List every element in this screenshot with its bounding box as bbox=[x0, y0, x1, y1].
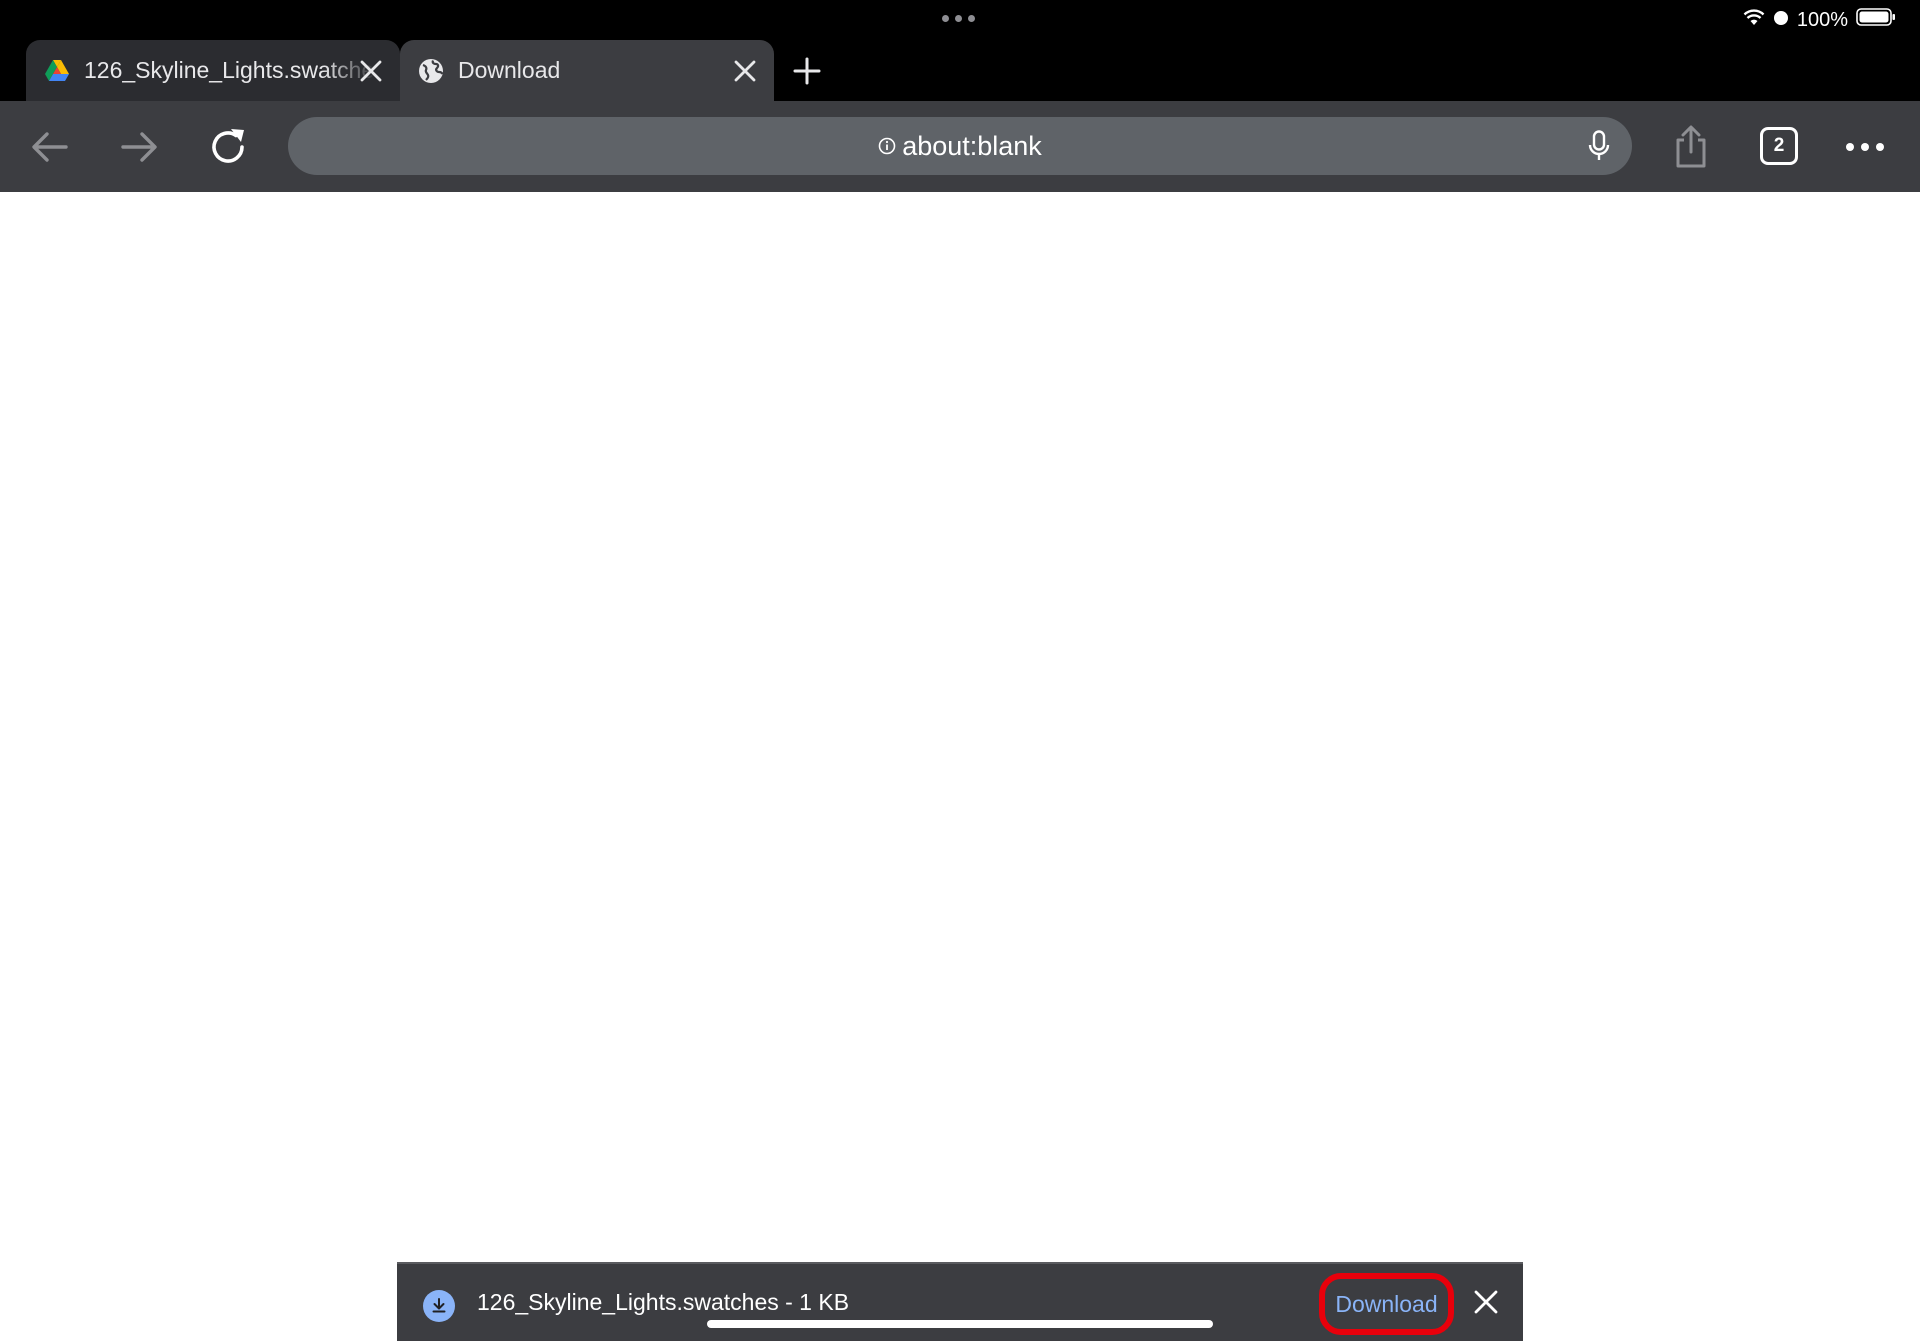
tab-download[interactable]: Download bbox=[400, 40, 774, 101]
browser-toolbar: about:blank 2 bbox=[0, 101, 1920, 192]
tab-title: 126_Skyline_Lights.swatches bbox=[84, 57, 376, 83]
info-icon[interactable] bbox=[878, 131, 896, 162]
close-tab-icon[interactable] bbox=[730, 56, 760, 86]
status-bar: 100% bbox=[0, 0, 1920, 40]
focus-mode-icon bbox=[1773, 9, 1789, 32]
tab-strip: 126_Skyline_Lights.swatches Download bbox=[0, 40, 1920, 101]
battery-percent: 100% bbox=[1796, 8, 1848, 31]
multitasking-dots-icon[interactable] bbox=[942, 15, 975, 22]
wifi-icon bbox=[1743, 8, 1765, 32]
download-button[interactable]: Download bbox=[1319, 1273, 1454, 1335]
microphone-icon[interactable] bbox=[1584, 130, 1614, 162]
url-text: about:blank bbox=[902, 130, 1042, 161]
tab-switcher-button[interactable]: 2 bbox=[1760, 127, 1798, 165]
share-icon bbox=[1676, 125, 1706, 168]
download-file-info: 126_Skyline_Lights.swatches - 1 KB bbox=[477, 1289, 850, 1315]
status-indicators: 100% bbox=[1743, 6, 1896, 34]
arrow-right-icon bbox=[121, 132, 157, 162]
download-icon bbox=[423, 1290, 455, 1322]
share-button[interactable] bbox=[1666, 123, 1716, 171]
tab-title: Download bbox=[458, 57, 561, 83]
arrow-left-icon bbox=[32, 132, 68, 162]
download-bar: 126_Skyline_Lights.swatches - 1 KB Downl… bbox=[397, 1262, 1523, 1341]
google-drive-icon bbox=[44, 58, 70, 84]
forward-button[interactable] bbox=[114, 123, 164, 171]
battery-icon bbox=[1856, 7, 1896, 33]
more-menu-icon[interactable] bbox=[1846, 143, 1884, 151]
back-button[interactable] bbox=[25, 123, 75, 171]
tab-skyline-swatches[interactable]: 126_Skyline_Lights.swatches bbox=[26, 40, 400, 101]
reload-button[interactable] bbox=[203, 123, 253, 171]
close-tab-icon[interactable] bbox=[356, 56, 386, 86]
close-download-bar-icon[interactable] bbox=[1471, 1287, 1501, 1317]
globe-icon bbox=[418, 58, 444, 84]
page-content bbox=[0, 192, 1920, 1341]
address-bar[interactable]: about:blank bbox=[288, 117, 1632, 175]
new-tab-button[interactable] bbox=[792, 56, 822, 86]
home-indicator[interactable] bbox=[707, 1320, 1213, 1328]
reload-icon bbox=[212, 129, 244, 163]
plus-icon bbox=[793, 57, 821, 85]
